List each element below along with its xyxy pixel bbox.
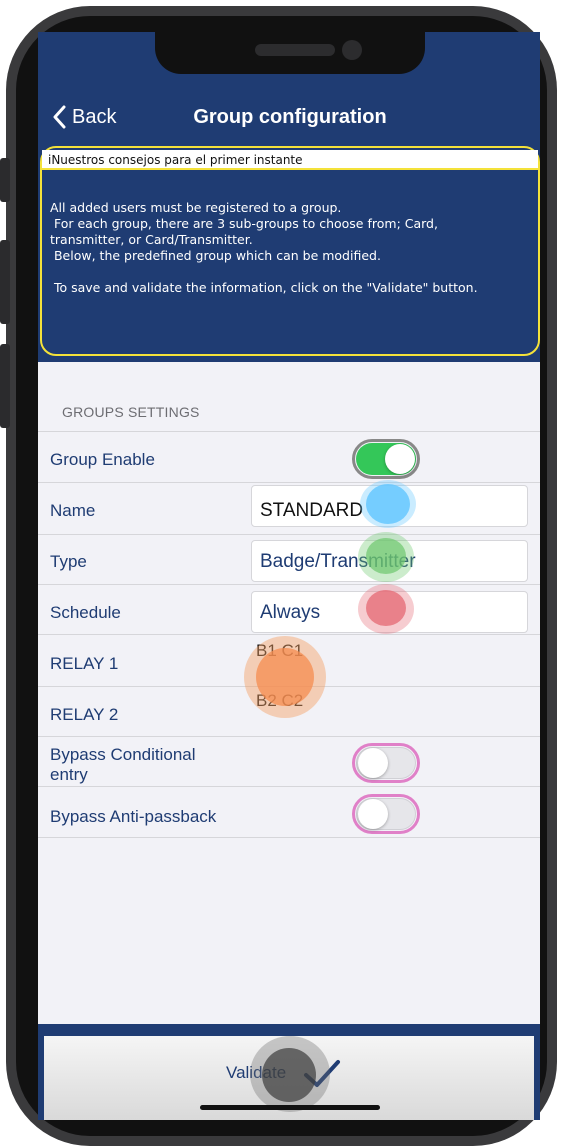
front-camera <box>342 40 362 60</box>
group-enable-toggle[interactable] <box>352 439 420 479</box>
name-value: STANDARD <box>260 500 364 521</box>
touch-indicator <box>366 484 410 524</box>
touch-indicator <box>366 590 406 626</box>
toggle-knob <box>358 748 388 778</box>
relay1-label: RELAY 1 <box>50 654 119 673</box>
tips-body: All added users must be registered to a … <box>50 200 478 295</box>
divider <box>38 534 540 535</box>
divider <box>38 482 540 483</box>
schedule-label: Schedule <box>50 603 121 622</box>
schedule-value: Always <box>260 602 321 623</box>
touch-indicator <box>262 1048 316 1102</box>
touch-indicator <box>256 648 314 706</box>
touch-indicator <box>366 538 406 574</box>
type-label: Type <box>50 552 87 571</box>
bypass-conditional-label: Bypass Conditional entry <box>50 745 196 784</box>
toggle-knob <box>385 444 415 474</box>
bypass-conditional-toggle[interactable] <box>352 743 420 783</box>
name-label: Name <box>50 501 96 520</box>
divider <box>38 736 540 737</box>
bypass-antipassback-toggle[interactable] <box>352 794 420 834</box>
phone-volume-down <box>0 344 10 428</box>
group-enable-label: Group Enable <box>50 450 155 469</box>
phone-volume-up <box>0 240 10 324</box>
section-label: GROUPS SETTINGS <box>62 404 200 420</box>
bypass-antipassback-label: Bypass Anti-passback <box>50 807 217 826</box>
speaker <box>255 44 335 56</box>
toggle-knob <box>358 799 388 829</box>
back-button[interactable]: Back <box>52 105 116 129</box>
home-indicator <box>200 1105 380 1110</box>
tips-title: iNuestros consejos para el primer instan… <box>42 150 538 170</box>
relay2-label: RELAY 2 <box>50 705 119 724</box>
divider <box>38 431 540 432</box>
divider <box>38 786 540 787</box>
chevron-left-icon <box>52 105 66 129</box>
divider <box>38 584 540 585</box>
divider <box>38 634 540 635</box>
phone-mute-switch <box>0 158 10 202</box>
divider <box>38 837 540 838</box>
back-label: Back <box>72 105 117 128</box>
page-title: Group configuration <box>193 106 387 128</box>
